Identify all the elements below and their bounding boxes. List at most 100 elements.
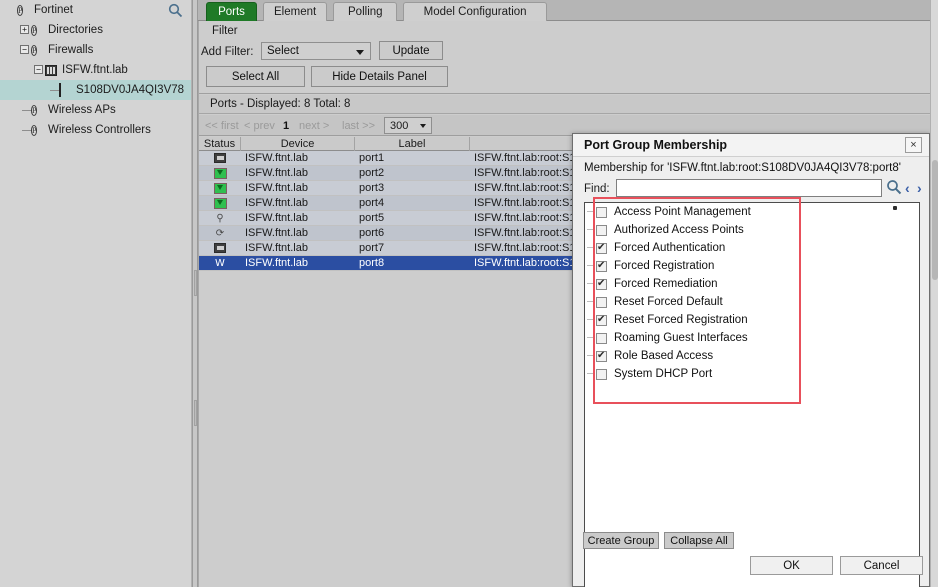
tree-connector-line (22, 110, 31, 111)
ports-summary-text: Ports - Displayed: 8 Total: 8 (210, 98, 350, 110)
tree-item-isfw-ftnt-lab[interactable]: −ISFW.ftnt.lab (0, 60, 191, 80)
chevron-right-icon[interactable]: › (917, 180, 922, 196)
search-icon[interactable] (168, 3, 183, 18)
list-item[interactable]: Reset Forced Registration (585, 311, 919, 329)
cell-status (199, 196, 241, 211)
group-checkbox[interactable] (596, 279, 607, 290)
tree-expander-slot[interactable]: − (18, 40, 31, 60)
select-all-button[interactable]: Select All (206, 66, 305, 87)
tree-item-fortinet[interactable]: PFortinet (0, 0, 191, 20)
cell-status: ⟳ (199, 226, 241, 241)
group-checkbox[interactable] (596, 351, 607, 362)
list-item[interactable]: Forced Remediation (585, 275, 919, 293)
chevron-down-icon (420, 124, 426, 128)
dialog-membership-text: Membership for 'ISFW.ftnt.lab:root:S108D… (584, 162, 901, 174)
group-checkbox[interactable] (596, 243, 607, 254)
tree-item-label: S108DV0JA4QI3V78 (76, 84, 184, 96)
column-header-device[interactable]: Device (241, 137, 355, 151)
group-checkbox[interactable] (596, 333, 607, 344)
group-checkbox[interactable] (596, 225, 607, 236)
group-checkbox[interactable] (596, 207, 607, 218)
tab-ports[interactable]: Ports (206, 2, 257, 21)
tree-connector-line (587, 211, 593, 212)
hide-details-panel-button[interactable]: Hide Details Panel (311, 66, 448, 87)
tree-item-label: Fortinet (34, 4, 73, 16)
cell-device: ISFW.ftnt.lab (245, 241, 355, 256)
list-item[interactable]: Roaming Guest Interfaces (585, 329, 919, 347)
list-item[interactable]: Reset Forced Default (585, 293, 919, 311)
tree-node-list: PFortinet+PDirectories−PFirewalls−ISFW.f… (0, 0, 191, 140)
close-icon[interactable]: × (905, 137, 922, 153)
pager-last-link[interactable]: last >> (342, 120, 375, 132)
tree-connector-line (587, 283, 593, 284)
tab-polling[interactable]: Polling (333, 2, 397, 21)
tree-item-firewalls[interactable]: −PFirewalls (0, 40, 191, 60)
find-input[interactable] (616, 179, 882, 197)
pager-next-link[interactable]: next > (299, 120, 329, 132)
tree-item-directories[interactable]: +PDirectories (0, 20, 191, 40)
update-button[interactable]: Update (379, 41, 443, 60)
page-size-select[interactable]: 300 (384, 117, 432, 134)
tree-expander-slot[interactable]: + (18, 20, 31, 40)
chevron-down-icon (356, 50, 364, 55)
list-item[interactable]: Authorized Access Points (585, 221, 919, 239)
tree-expander-slot (18, 100, 31, 120)
cell-label: port8 (359, 256, 471, 271)
group-checkbox[interactable] (596, 369, 607, 380)
expand-icon[interactable]: + (20, 25, 29, 34)
cancel-button[interactable]: Cancel (840, 556, 923, 575)
switch-icon (59, 84, 72, 97)
splitter-grip[interactable] (194, 270, 197, 296)
group-label: System DHCP Port (614, 368, 712, 380)
port-group-list[interactable]: Access Point ManagementAuthorized Access… (584, 202, 920, 587)
cell-status (199, 181, 241, 196)
tree-item-wireless-controllers[interactable]: PWireless Controllers (0, 120, 191, 140)
tab-element[interactable]: Element (263, 2, 327, 21)
list-item[interactable]: Access Point Management (585, 203, 919, 221)
navigation-tree-panel: PFortinet+PDirectories−PFirewalls−ISFW.f… (0, 0, 192, 587)
collapse-all-button[interactable]: Collapse All (664, 532, 734, 549)
tree-item-s108dv0ja4qi3v78[interactable]: S108DV0JA4QI3V78 (0, 80, 191, 100)
globe-circle-icon: P (31, 104, 44, 117)
create-group-button[interactable]: Create Group (583, 532, 659, 549)
list-item[interactable]: Role Based Access (585, 347, 919, 365)
pager-prev-link[interactable]: < prev (244, 120, 275, 132)
green-down-icon (214, 183, 227, 195)
group-label: Forced Remediation (614, 278, 718, 290)
chassis-icon (45, 64, 58, 77)
list-item[interactable]: Forced Registration (585, 257, 919, 275)
pager-first-link[interactable]: << first (205, 120, 239, 132)
scrollbar-thumb[interactable] (932, 160, 938, 280)
group-checkbox[interactable] (596, 261, 607, 272)
tree-item-label: Wireless Controllers (48, 124, 151, 136)
cell-device: ISFW.ftnt.lab (245, 256, 355, 271)
group-checkbox[interactable] (596, 315, 607, 326)
ok-button[interactable]: OK (750, 556, 833, 575)
add-filter-select[interactable]: Select (261, 42, 371, 60)
splitter-grip[interactable] (194, 400, 197, 426)
column-header-label[interactable]: Label (355, 137, 470, 151)
list-item[interactable]: Forced Authentication (585, 239, 919, 257)
tree-expander-slot[interactable]: − (32, 60, 45, 80)
tree-item-wireless-aps[interactable]: PWireless APs (0, 100, 191, 120)
tab-model-configuration[interactable]: Model Configuration (403, 2, 546, 21)
collapse-icon[interactable]: − (34, 65, 43, 74)
tree-expander-slot (18, 120, 31, 140)
tree-connector-line (587, 337, 593, 338)
collapse-icon[interactable]: − (20, 45, 29, 54)
page-scrollbar[interactable] (930, 0, 938, 587)
green-down-icon (214, 198, 227, 210)
ports-summary-bar: Ports - Displayed: 8 Total: 8 (199, 95, 938, 114)
chevron-left-icon[interactable]: ‹ (905, 180, 910, 196)
group-checkbox[interactable] (596, 297, 607, 308)
mouse-cursor-dot (893, 206, 897, 210)
monitor-icon (214, 153, 227, 165)
dialog-titlebar: Port Group Membership × (573, 134, 929, 157)
group-label: Forced Authentication (614, 242, 725, 254)
tree-connector-line (587, 229, 593, 230)
list-item[interactable]: System DHCP Port (585, 365, 919, 383)
search-icon[interactable] (886, 179, 902, 198)
tree-expander-slot (46, 80, 59, 100)
dialog-title: Port Group Membership (584, 138, 727, 152)
column-header-status[interactable]: Status (199, 137, 241, 151)
